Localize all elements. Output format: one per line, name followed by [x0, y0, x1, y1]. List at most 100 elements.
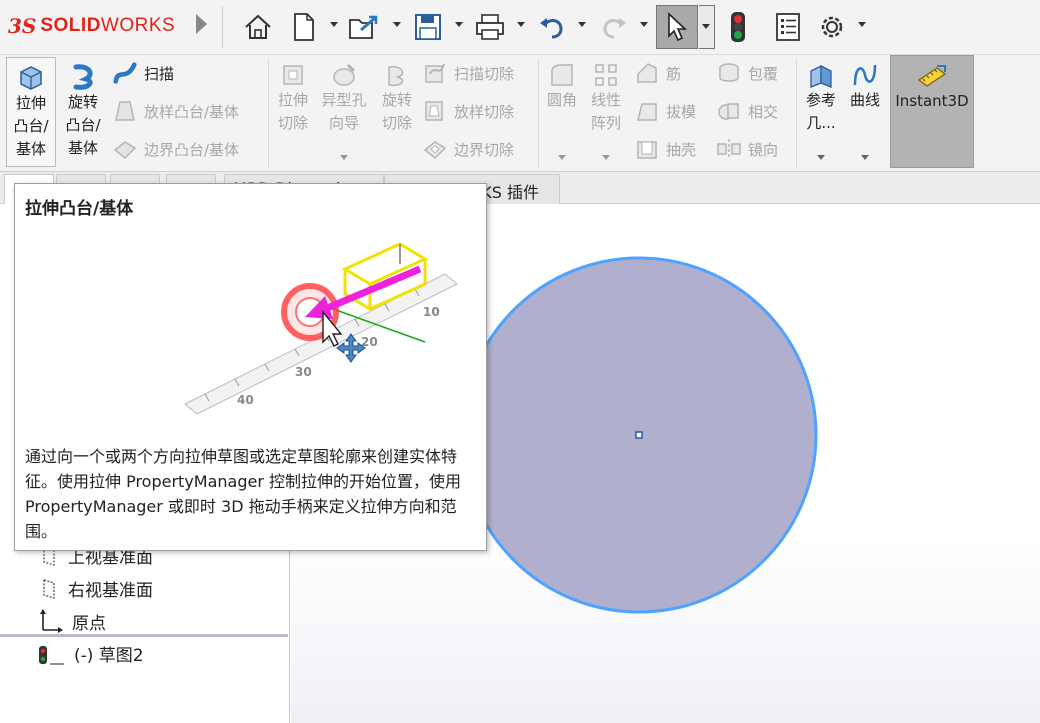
boundary-boss-label: 边界凸台/基体 — [144, 140, 240, 159]
open-button[interactable] — [346, 8, 382, 46]
revolve-boss-label: 旋转 凸台/ 基体 — [65, 93, 101, 157]
tree-item-label: 右视基准面 — [68, 581, 153, 601]
sweep-icon — [112, 60, 138, 86]
ds-logo-mark: 3S — [8, 14, 37, 38]
new-button[interactable] — [286, 8, 322, 46]
instant3d-button[interactable]: Instant3D — [890, 55, 974, 168]
intersect-button[interactable]: 相交 — [716, 97, 778, 125]
boundary-cut-button[interactable]: 边界切除 — [422, 135, 514, 163]
sweep-button[interactable]: 扫描 — [112, 59, 174, 87]
swept-cut-label: 扫描切除 — [454, 64, 515, 83]
rollback-bar[interactable] — [0, 634, 288, 637]
select-dropdown[interactable] — [699, 5, 715, 49]
reference-geometry-dropdown-caret[interactable] — [817, 155, 825, 160]
plane-icon — [43, 578, 55, 599]
rebuild-button[interactable] — [720, 8, 756, 46]
instant3d-icon — [917, 65, 947, 87]
mirror-button[interactable]: 镜向 — [716, 135, 778, 163]
hole-wizard-label: 异型孔 向导 — [321, 91, 367, 132]
draft-icon — [634, 98, 660, 124]
circle-center-point[interactable] — [635, 431, 643, 439]
extrude-illustration: 40 30 20 10 — [184, 242, 458, 415]
fillet-button[interactable]: 圆角 — [542, 57, 582, 160]
open-icon — [349, 15, 378, 39]
solidworks-logo: 3S SOLIDWORKS — [8, 14, 175, 38]
lofted-cut-button[interactable]: 放样切除 — [422, 97, 514, 125]
ruler-label: 40 — [237, 393, 254, 407]
save-dropdown-caret[interactable] — [455, 22, 463, 27]
revolve-cut-button[interactable]: 旋转 切除 — [376, 57, 418, 135]
ribbon-separator — [538, 59, 539, 167]
extrude-boss-button[interactable]: 拉伸 凸台/ 基体 — [6, 57, 56, 167]
logo-text-bold: SOLID — [40, 15, 101, 36]
options-dropdown-caret[interactable] — [858, 22, 866, 27]
hole-wizard-dropdown-caret[interactable] — [340, 155, 348, 160]
select-icon — [668, 12, 688, 42]
linear-pattern-icon — [595, 64, 617, 86]
open-dropdown-caret[interactable] — [393, 22, 401, 27]
revolve-boss-icon — [73, 64, 93, 90]
select-button[interactable] — [656, 5, 698, 49]
ruler-label: 30 — [295, 365, 312, 379]
home-button[interactable] — [240, 8, 276, 46]
rib-button[interactable]: 筋 — [634, 59, 681, 87]
fillet-label: 圆角 — [546, 91, 577, 109]
linear-pattern-button[interactable]: 线性 阵列 — [586, 57, 626, 160]
reference-geometry-button[interactable]: 参考 几... — [800, 57, 842, 160]
sketch-icon — [39, 645, 64, 665]
menu-expand-arrow-icon[interactable] — [196, 14, 207, 34]
command-manager-ribbon: 拉伸 凸台/ 基体 旋转 凸台/ 基体 扫描 放样凸台/基体 边界凸台/基体 拉… — [0, 55, 1040, 172]
swept-cut-icon — [422, 60, 448, 86]
rib-icon — [634, 60, 660, 86]
origin-icon — [40, 609, 63, 633]
revolve-cut-label: 旋转 切除 — [381, 91, 412, 132]
save-icon — [415, 14, 441, 40]
swept-cut-button[interactable]: 扫描切除 — [422, 59, 514, 87]
file-properties-icon — [776, 13, 800, 41]
tree-item-right-plane[interactable]: 右视基准面 — [38, 576, 153, 601]
linear-pattern-dropdown-caret[interactable] — [602, 155, 610, 160]
loft-boss-button[interactable]: 放样凸台/基体 — [112, 97, 239, 125]
tree-item-sketch2[interactable]: (-) 草图2 — [38, 641, 144, 666]
rebuild-icon — [731, 12, 745, 42]
fillet-dropdown-caret[interactable] — [558, 155, 566, 160]
extrude-boss-icon — [20, 66, 42, 90]
reference-geometry-label: 参考 几... — [805, 91, 836, 132]
home-icon — [245, 14, 271, 39]
mirror-label: 镜向 — [748, 140, 779, 159]
reference-geometry-icon — [810, 64, 832, 88]
curves-button[interactable]: 曲线 — [846, 57, 884, 160]
undo-button[interactable] — [534, 8, 570, 46]
ruler-label: 10 — [423, 305, 440, 319]
select-dropdown-caret — [702, 24, 710, 29]
boundary-boss-button[interactable]: 边界凸台/基体 — [112, 135, 239, 163]
shell-icon — [634, 136, 660, 162]
revolve-boss-button[interactable]: 旋转 凸台/ 基体 — [60, 57, 106, 160]
extrude-boss-label: 拉伸 凸台/ 基体 — [13, 94, 49, 158]
new-dropdown-caret[interactable] — [330, 22, 338, 27]
intersect-icon — [716, 98, 742, 124]
tree-item-origin[interactable]: 原点 — [38, 608, 106, 634]
undo-icon — [540, 18, 563, 39]
draft-button[interactable]: 拔模 — [634, 97, 696, 125]
curves-dropdown-caret[interactable] — [861, 155, 869, 160]
shell-button[interactable]: 抽壳 — [634, 135, 696, 163]
intersect-label: 相交 — [748, 102, 779, 121]
hole-wizard-button[interactable]: 异型孔 向导 — [316, 57, 372, 160]
file-properties-button[interactable] — [770, 8, 806, 46]
wrap-button[interactable]: 包覆 — [716, 59, 778, 87]
instant3d-label: Instant3D — [895, 92, 969, 110]
redo-button[interactable] — [596, 8, 632, 46]
tree-item-label: 原点 — [72, 613, 106, 634]
extrude-cut-button[interactable]: 拉伸 切除 — [272, 57, 314, 135]
undo-dropdown-caret[interactable] — [578, 22, 586, 27]
print-button[interactable] — [472, 8, 508, 46]
redo-dropdown-caret[interactable] — [640, 22, 648, 27]
boundary-boss-icon — [112, 136, 138, 162]
lofted-cut-icon — [422, 98, 448, 124]
options-button[interactable] — [814, 8, 850, 46]
revolve-cut-icon — [388, 66, 404, 87]
print-dropdown-caret[interactable] — [517, 22, 525, 27]
save-button[interactable] — [410, 8, 446, 46]
ribbon-separator — [268, 59, 269, 167]
